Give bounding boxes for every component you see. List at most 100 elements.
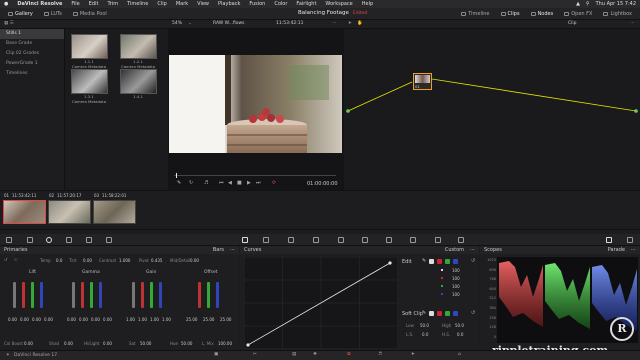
qualifier-icon[interactable] [288, 237, 294, 243]
menu-mark[interactable]: Mark [176, 1, 188, 7]
gain-blue-value[interactable]: 1.00 [162, 317, 171, 322]
color-match-icon[interactable] [27, 237, 33, 243]
node-more-icon[interactable]: ⋯ [630, 21, 635, 26]
middetail-value[interactable]: 0.00 [190, 258, 199, 263]
menu-help[interactable]: Help [362, 1, 373, 7]
curve-point-black[interactable] [246, 343, 250, 347]
scopes-more-icon[interactable]: ⋯ [631, 247, 636, 253]
motion-effects-icon[interactable] [86, 237, 92, 243]
still-thumbnail[interactable] [71, 34, 108, 59]
window-icon[interactable] [313, 237, 319, 243]
blue-intensity[interactable]: 100 [452, 292, 460, 297]
apple-icon[interactable]: ● [4, 1, 8, 7]
menu-playback[interactable]: Playback [218, 1, 240, 7]
sat-value[interactable]: 50.00 [140, 341, 151, 346]
lift-blue-bar[interactable] [40, 282, 43, 308]
menu-clip[interactable]: Clip [157, 1, 166, 7]
album-stills-1[interactable]: Stills 1 [0, 29, 64, 39]
node-mode[interactable]: Clip [568, 21, 577, 26]
gain-green-value[interactable]: 1.00 [150, 317, 159, 322]
gamma-red-bar[interactable] [81, 282, 84, 308]
skip-start-icon[interactable]: ⏮ [219, 180, 224, 186]
hdr-icon[interactable] [106, 237, 112, 243]
pen-tool-icon[interactable]: ✎ [177, 180, 181, 186]
gamma-green-bar[interactable] [90, 282, 93, 308]
luma-intensity[interactable]: 100 [452, 268, 460, 273]
timeline-clip[interactable] [93, 200, 136, 224]
red-intensity[interactable]: 100 [452, 276, 460, 281]
lmix-value[interactable]: 100.00 [218, 341, 232, 346]
timeline-clip[interactable] [48, 200, 91, 224]
curve-red-toggle[interactable] [437, 259, 442, 264]
rgb-mixer-icon[interactable] [66, 237, 72, 243]
timeline-toggle[interactable]: Timeline [457, 9, 493, 19]
home-icon[interactable]: ⌂ [458, 352, 461, 357]
contrast-value[interactable]: 1.000 [119, 258, 130, 263]
tracker-icon[interactable] [338, 237, 344, 243]
scrubber-track[interactable] [174, 175, 336, 176]
blur-icon[interactable] [386, 237, 392, 243]
offset-green-bar[interactable] [207, 282, 210, 308]
softclip-tool-icon[interactable]: ✎ [422, 310, 426, 316]
curves-mode[interactable]: Custom [445, 247, 464, 253]
still-thumbnail[interactable] [120, 69, 157, 94]
clips-toggle[interactable]: Clips [497, 9, 524, 19]
lift-red-value[interactable]: 0.00 [20, 317, 29, 322]
lift-blue-value[interactable]: 0.00 [44, 317, 53, 322]
lift-red-bar[interactable] [22, 282, 25, 308]
menu-edit[interactable]: Edit [89, 1, 99, 7]
hilight-value[interactable]: 0.00 [103, 341, 112, 346]
curves-more-icon[interactable]: ⋯ [470, 247, 475, 253]
scrubber-playhead[interactable] [176, 173, 177, 178]
loop-playback-icon[interactable]: ⟳ [272, 180, 276, 186]
curve-point-white[interactable] [388, 261, 392, 265]
album-base-grade[interactable]: Base Grade [0, 39, 64, 49]
play-icon[interactable]: ▶ [247, 180, 251, 186]
menu-view[interactable]: View [197, 1, 209, 7]
gamma-master-value[interactable]: 0.00 [67, 317, 76, 322]
gain-red-value[interactable]: 1.00 [138, 317, 147, 322]
pivot-value[interactable]: 0.435 [151, 258, 162, 263]
album-powergrade-1[interactable]: PowerGrade 1 [0, 59, 64, 69]
menu-color[interactable]: Color [274, 1, 287, 7]
info-icon[interactable] [627, 237, 633, 243]
eyedropper-icon[interactable]: ✎ [422, 258, 426, 264]
softclip-red-toggle[interactable] [437, 311, 442, 316]
search-icon[interactable]: ⚲ [586, 1, 590, 7]
magic-mask-icon[interactable] [362, 237, 368, 243]
fairlight-page-icon[interactable]: ♬ [378, 352, 382, 357]
volume-icon[interactable]: ♬ [204, 180, 208, 186]
media-pool-toggle[interactable]: Media Pool [69, 9, 111, 19]
gamma-master-bar[interactable] [72, 282, 75, 308]
softclip-blue-toggle[interactable] [453, 311, 458, 316]
lift-master-value[interactable]: 0.00 [8, 317, 17, 322]
color-page-icon[interactable]: ✿ [347, 352, 351, 357]
hand-tool-icon[interactable]: ✋ [357, 21, 363, 26]
colboost-value[interactable]: 0.00 [24, 341, 33, 346]
play-reverse-icon[interactable]: ◀ [228, 180, 232, 186]
ls-value[interactable]: 0.0 [422, 332, 428, 337]
openfx-toggle[interactable]: Open FX [560, 9, 596, 19]
curves-icon[interactable] [242, 237, 248, 243]
curve-green-toggle[interactable] [445, 259, 450, 264]
lift-master-bar[interactable] [13, 282, 16, 308]
lightbox-toggle[interactable]: Lightbox [599, 9, 636, 19]
softclip-reset-icon[interactable]: ↺ [471, 310, 475, 316]
gain-master-bar[interactable] [132, 282, 135, 308]
menu-trim[interactable]: Trim [107, 1, 118, 7]
high-value[interactable]: 50.0 [455, 323, 464, 328]
gamma-blue-value[interactable]: 0.00 [103, 317, 112, 322]
wifi-icon[interactable]: ▲ [576, 1, 580, 7]
gain-blue-bar[interactable] [159, 282, 162, 308]
deliver-page-icon[interactable]: ➤ [411, 352, 415, 357]
primaries-more-icon[interactable]: ⋯ [230, 247, 235, 253]
app-menu[interactable]: DaVinci Resolve [17, 1, 62, 7]
grid-view-icon[interactable]: ▦ ☰ [4, 21, 14, 26]
gamma-green-value[interactable]: 0.00 [91, 317, 100, 322]
album-clip-02-grades[interactable]: Clip 02 Grades [0, 49, 64, 59]
auto-balance-icon[interactable]: ☉ [14, 257, 18, 262]
camera-raw-icon[interactable] [6, 237, 12, 243]
temp-value[interactable]: 0.0 [56, 258, 62, 263]
offset-blue-value[interactable]: 25.00 [220, 317, 231, 322]
key-icon[interactable] [410, 237, 416, 243]
